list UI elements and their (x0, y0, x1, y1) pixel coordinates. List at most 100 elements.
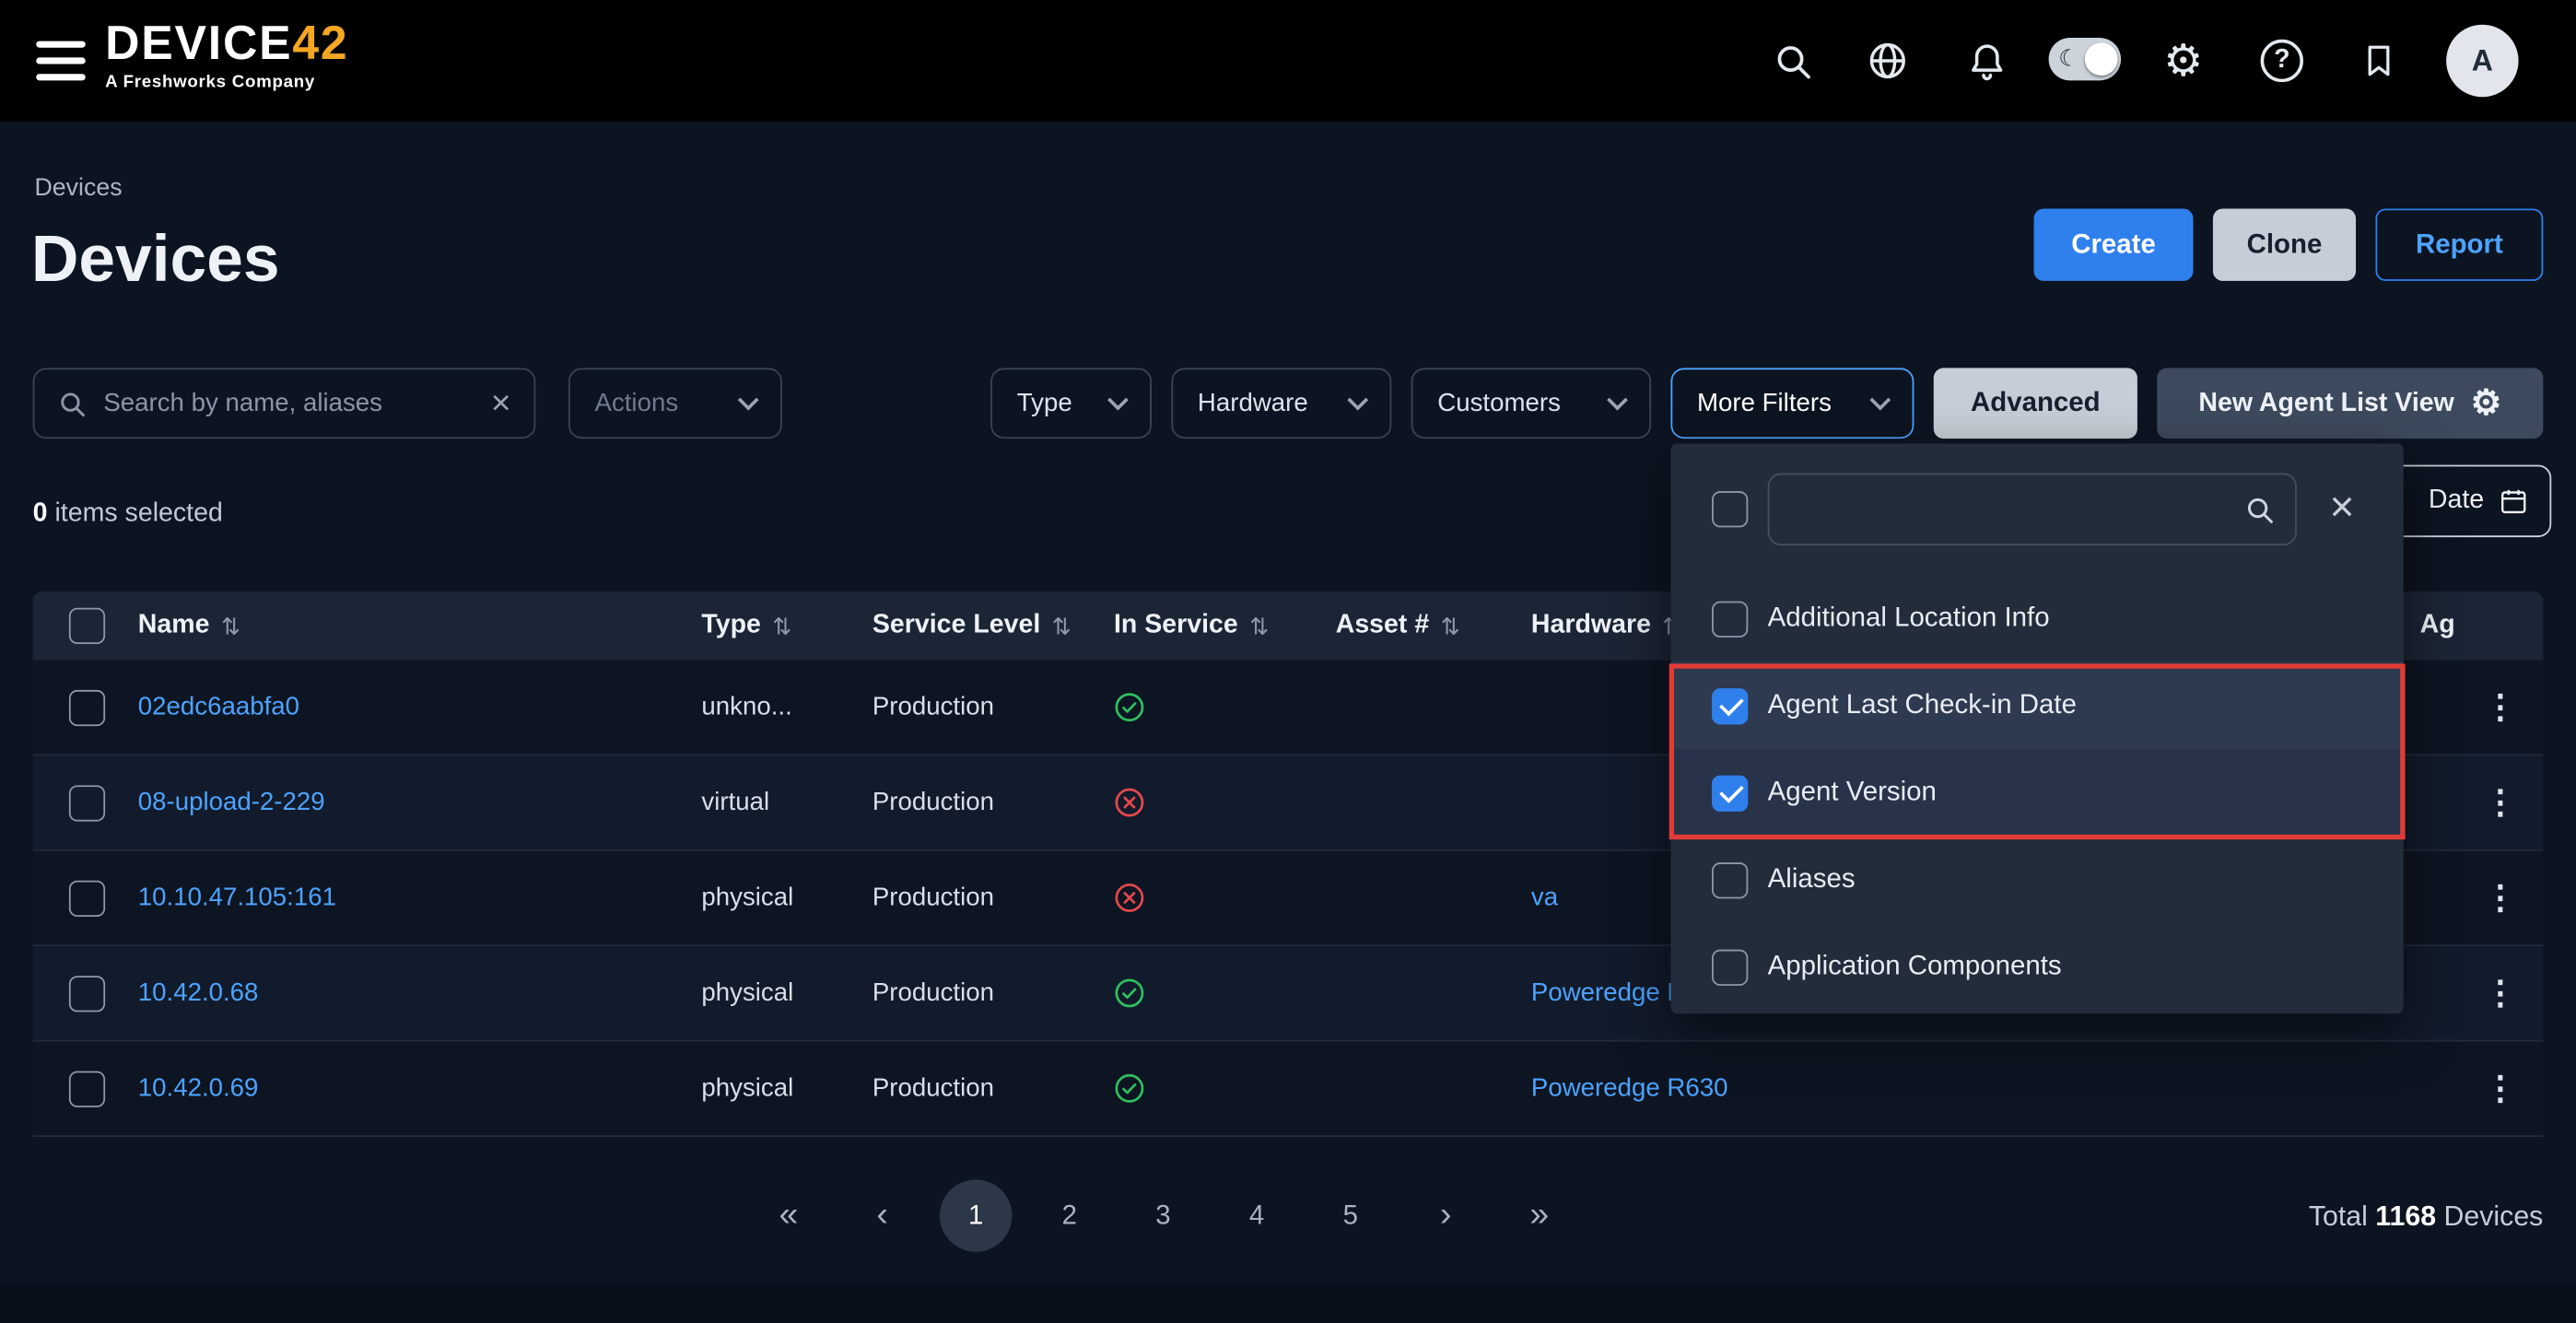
panel-item[interactable]: Application Components (1670, 923, 2403, 1011)
search-input-icon (57, 389, 87, 418)
row-checkbox[interactable] (69, 880, 105, 916)
search-icon (2244, 494, 2276, 525)
sort-icon[interactable]: ⇅ (221, 612, 240, 639)
footer-band (0, 1284, 2576, 1322)
panel-item[interactable]: Agent Version (1670, 749, 2403, 837)
col-type[interactable]: Type (701, 611, 760, 640)
item-checkbox-checked[interactable] (1712, 687, 1748, 723)
sort-icon[interactable]: ⇅ (772, 612, 791, 639)
chevron-down-icon (1869, 389, 1891, 410)
theme-toggle[interactable]: ☾ (2049, 38, 2121, 80)
clear-search-icon[interactable]: × (491, 386, 511, 420)
panel-item[interactable]: Aliases (1670, 837, 2403, 924)
row-kebab-menu[interactable]: ⋮ (2484, 973, 2517, 1014)
col-in-service[interactable]: In Service (1114, 611, 1238, 640)
check-circle-icon (1114, 1042, 1145, 1136)
actions-dropdown[interactable]: Actions (568, 368, 782, 439)
panel-search-box[interactable] (1768, 474, 2297, 545)
help-icon[interactable]: ? (2246, 0, 2318, 122)
page-button-4[interactable]: 4 (1221, 1179, 1293, 1251)
device42-logo[interactable]: DEVICE42 A Freshworks Company (105, 18, 348, 92)
row-checkbox[interactable] (69, 689, 105, 725)
logo-text: DEVIC (105, 18, 259, 71)
more-filters-dropdown[interactable]: More Filters (1670, 368, 1914, 439)
device-search-box[interactable]: × (33, 368, 536, 439)
device-link[interactable]: 10.42.0.68 (138, 978, 259, 1008)
globe-icon[interactable] (1852, 0, 1924, 122)
breadcrumb[interactable]: Devices (34, 174, 122, 202)
page-button-1[interactable]: 1 (940, 1179, 1012, 1251)
item-checkbox[interactable] (1712, 601, 1748, 637)
chevron-down-icon (1607, 389, 1628, 410)
panel-close-icon[interactable]: × (2330, 485, 2355, 527)
user-avatar[interactable]: A (2446, 25, 2518, 97)
logo-text-e: E (259, 18, 292, 71)
last-page-button[interactable]: » (1504, 1179, 1575, 1251)
customers-filter-dropdown[interactable]: Customers (1411, 368, 1651, 439)
type-filter-dropdown[interactable]: Type (990, 368, 1152, 439)
more-filters-panel: × Additional Location Info Agent Last Ch… (1670, 443, 2403, 1013)
toggle-knob (2085, 42, 2118, 76)
row-kebab-menu[interactable]: ⋮ (2484, 1068, 2517, 1109)
check-circle-icon (1114, 946, 1145, 1040)
page-button-3[interactable]: 3 (1127, 1179, 1199, 1251)
create-button[interactable]: Create (2034, 208, 2194, 280)
next-page-button[interactable]: › (1410, 1179, 1481, 1251)
first-page-button[interactable]: « (753, 1179, 825, 1251)
bookmark-icon[interactable] (2343, 0, 2415, 122)
moon-icon: ☾ (2058, 44, 2078, 72)
search-icon[interactable] (1756, 0, 1828, 122)
chevron-down-icon (738, 389, 759, 410)
row-checkbox[interactable] (69, 1071, 105, 1106)
panel-select-all-checkbox[interactable] (1712, 491, 1748, 527)
search-input[interactable] (103, 389, 474, 418)
col-agent[interactable]: Ag (2420, 611, 2455, 640)
item-checkbox[interactable] (1712, 861, 1748, 897)
col-name[interactable]: Name (138, 611, 210, 640)
row-kebab-menu[interactable]: ⋮ (2484, 782, 2517, 824)
hardware-link[interactable]: Poweredge R630 (1531, 1073, 1728, 1103)
logo-text-42: 42 (292, 18, 348, 71)
device-link[interactable]: 02edc6aabfa0 (138, 693, 299, 722)
select-all-checkbox[interactable] (69, 608, 105, 644)
report-button[interactable]: Report (2375, 208, 2543, 280)
clone-button[interactable]: Clone (2213, 208, 2356, 280)
col-hardware[interactable]: Hardware (1531, 611, 1651, 640)
item-checkbox-checked[interactable] (1712, 775, 1748, 811)
gear-icon: ⚙ (2471, 386, 2502, 420)
col-asset[interactable]: Asset # (1336, 611, 1430, 640)
panel-search-input[interactable] (1789, 495, 2231, 524)
row-checkbox[interactable] (69, 784, 105, 820)
calendar-icon (2499, 486, 2528, 516)
app-root: DEVICE42 A Freshworks Company ☾ ⚙ ? (0, 0, 2576, 1322)
logo-subtitle: A Freshworks Company (105, 72, 348, 91)
sort-icon[interactable]: ⇅ (1441, 612, 1460, 639)
pagination: « ‹ 1 2 3 4 5 › » (0, 1179, 2576, 1255)
device-link[interactable]: 08-upload-2-229 (138, 788, 325, 817)
hardware-link[interactable]: va (1531, 883, 1558, 912)
advanced-button[interactable]: Advanced (1934, 368, 2137, 439)
device-link[interactable]: 10.10.47.105:161 (138, 883, 336, 912)
device-link[interactable]: 10.42.0.69 (138, 1073, 259, 1103)
row-kebab-menu[interactable]: ⋮ (2484, 877, 2517, 919)
hardware-filter-dropdown[interactable]: Hardware (1171, 368, 1391, 439)
page-button-2[interactable]: 2 (1034, 1179, 1106, 1251)
new-agent-list-view-button[interactable]: New Agent List View ⚙ (2157, 368, 2543, 439)
total-devices-count: Total 1168 Devices (2309, 1200, 2543, 1234)
hamburger-menu-icon[interactable] (36, 41, 85, 84)
gear-icon[interactable]: ⚙ (2148, 0, 2219, 122)
selection-count: 0 items selected (33, 499, 223, 529)
row-checkbox[interactable] (69, 975, 105, 1011)
item-checkbox[interactable] (1712, 949, 1748, 985)
panel-item[interactable]: Agent Last Check-in Date (1670, 662, 2403, 750)
row-kebab-menu[interactable]: ⋮ (2484, 686, 2517, 728)
x-circle-icon (1114, 755, 1145, 849)
sort-icon[interactable]: ⇅ (1249, 612, 1269, 639)
bell-icon[interactable] (1950, 0, 2022, 122)
prev-page-button[interactable]: ‹ (846, 1179, 918, 1251)
panel-item[interactable]: Additional Location Info (1670, 575, 2403, 662)
sort-icon[interactable]: ⇅ (1052, 612, 1071, 639)
col-service-level[interactable]: Service Level (872, 611, 1040, 640)
page-title: Devices (31, 224, 280, 298)
page-button-5[interactable]: 5 (1315, 1179, 1387, 1251)
